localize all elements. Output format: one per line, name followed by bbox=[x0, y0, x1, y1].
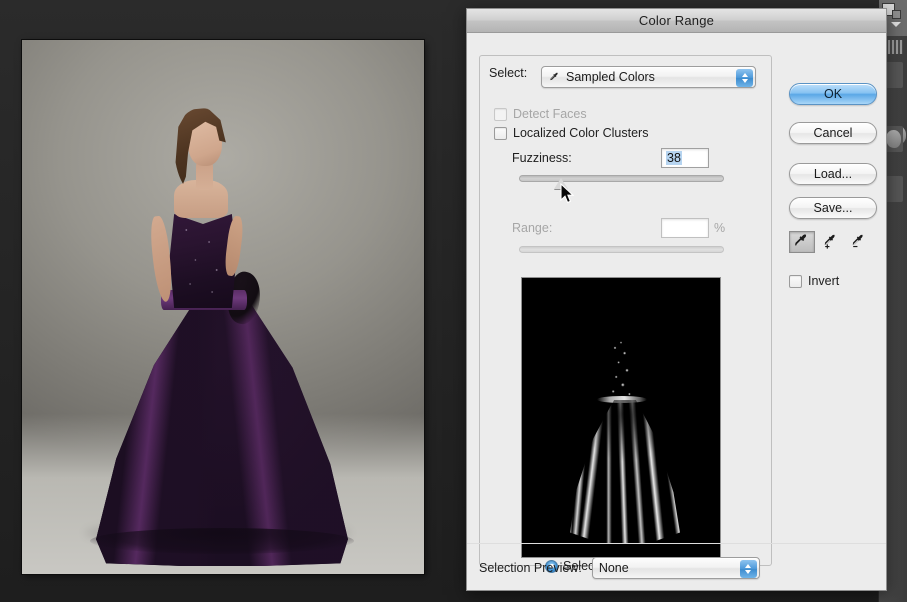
shape-blob-icon bbox=[886, 130, 901, 148]
selection-mask-preview[interactable] bbox=[521, 277, 721, 558]
eyedropper-sample-button[interactable] bbox=[789, 231, 815, 253]
select-row: Select: bbox=[489, 66, 527, 80]
mouse-cursor-icon bbox=[560, 183, 576, 205]
mask-bodice-region bbox=[606, 336, 636, 402]
fuzziness-value: 38 bbox=[666, 151, 682, 165]
gown-skirt-hem bbox=[90, 528, 354, 554]
selection-preview-bar: Selection Preview: None bbox=[467, 543, 886, 591]
eyedropper-plus-icon bbox=[822, 234, 839, 251]
invert-checkbox[interactable] bbox=[789, 275, 802, 288]
range-unit-label: % bbox=[714, 221, 725, 235]
eyedropper-subtract-button[interactable] bbox=[845, 231, 871, 253]
detect-faces-label: Detect Faces bbox=[513, 107, 587, 121]
chevron-down-icon bbox=[742, 79, 748, 83]
mask-skirt-region bbox=[570, 400, 680, 544]
screen-root: Color Range Select: Sampled Colors bbox=[0, 0, 907, 602]
fuzziness-label: Fuzziness: bbox=[512, 151, 572, 165]
select-label: Select: bbox=[489, 66, 527, 80]
detect-faces-checkbox bbox=[494, 108, 507, 121]
document-photo[interactable] bbox=[22, 40, 424, 574]
fuzziness-row: Fuzziness: bbox=[512, 151, 572, 165]
eyedropper-add-button[interactable] bbox=[817, 231, 843, 253]
color-range-dialog: Color Range Select: Sampled Colors bbox=[466, 8, 887, 591]
chevron-down-icon bbox=[745, 570, 751, 574]
invert-row[interactable]: Invert bbox=[789, 274, 839, 288]
chevron-up-icon bbox=[742, 73, 748, 77]
cancel-button[interactable]: Cancel bbox=[789, 122, 877, 144]
panel-menu-arrow-icon[interactable] bbox=[891, 22, 901, 27]
eyedropper-minus-icon bbox=[850, 234, 867, 251]
fuzziness-slider-track[interactable] bbox=[519, 175, 724, 182]
load-button[interactable]: Load... bbox=[789, 163, 877, 185]
localized-color-clusters-label: Localized Color Clusters bbox=[513, 126, 648, 140]
select-dropdown[interactable]: Sampled Colors bbox=[541, 66, 756, 88]
localized-color-clusters-row[interactable]: Localized Color Clusters bbox=[494, 126, 648, 140]
background-color-swatch-icon[interactable] bbox=[892, 10, 901, 19]
range-label: Range: bbox=[512, 221, 552, 235]
mask-skirt-shading bbox=[570, 400, 680, 544]
selection-preview-value: None bbox=[599, 561, 629, 575]
eyedropper-icon bbox=[794, 234, 811, 251]
chevron-up-icon bbox=[745, 564, 751, 568]
select-dropdown-value: Sampled Colors bbox=[566, 70, 655, 84]
selection-preview-stepper-icon[interactable] bbox=[740, 560, 757, 578]
select-dropdown-stepper-icon[interactable] bbox=[736, 69, 753, 87]
range-row: Range: bbox=[512, 221, 552, 235]
model-neck bbox=[196, 162, 213, 190]
dialog-title: Color Range bbox=[639, 13, 714, 28]
fuzziness-input[interactable]: 38 bbox=[661, 148, 709, 168]
selection-preview-label: Selection Preview: bbox=[479, 561, 582, 575]
dialog-body: Select: Sampled Colors Detect Faces bbox=[467, 33, 886, 591]
eyedropper-tool-group bbox=[789, 231, 871, 253]
dialog-titlebar[interactable]: Color Range bbox=[467, 9, 886, 33]
range-slider-track bbox=[519, 246, 724, 253]
localized-color-clusters-checkbox[interactable] bbox=[494, 127, 507, 140]
ok-button[interactable]: OK bbox=[789, 83, 877, 105]
invert-label: Invert bbox=[808, 274, 839, 288]
eyedropper-icon bbox=[548, 71, 561, 84]
save-button[interactable]: Save... bbox=[789, 197, 877, 219]
range-input bbox=[661, 218, 709, 238]
detect-faces-row: Detect Faces bbox=[494, 107, 587, 121]
selection-preview-dropdown[interactable]: None bbox=[592, 557, 760, 579]
